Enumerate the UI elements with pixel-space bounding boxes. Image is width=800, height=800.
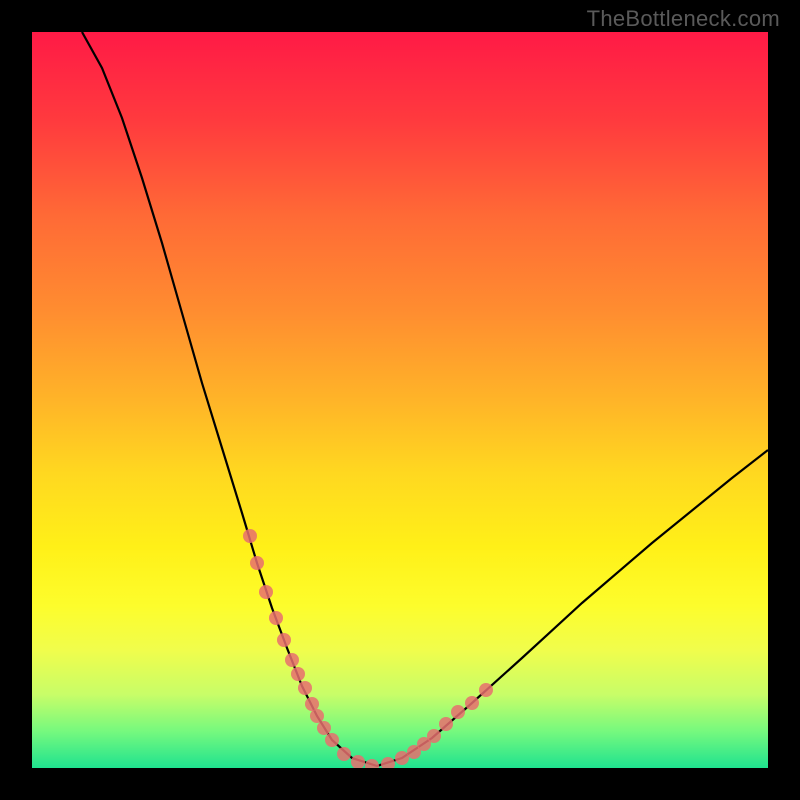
plot-area (32, 32, 768, 768)
marker-dot (269, 611, 283, 625)
marker-dot (381, 757, 395, 768)
curve-group (82, 32, 768, 766)
marker-dot (451, 705, 465, 719)
marker-dot (317, 721, 331, 735)
marker-dot (310, 709, 324, 723)
marker-dot (285, 653, 299, 667)
marker-dot (259, 585, 273, 599)
marker-group (243, 529, 493, 768)
marker-dot (365, 759, 379, 768)
marker-dot (243, 529, 257, 543)
marker-dot (250, 556, 264, 570)
chart-svg (32, 32, 768, 768)
marker-dot (291, 667, 305, 681)
marker-dot (305, 697, 319, 711)
marker-dot (337, 747, 351, 761)
marker-dot (277, 633, 291, 647)
marker-dot (325, 733, 339, 747)
bottleneck-curve (82, 32, 768, 766)
chart-frame: TheBottleneck.com (0, 0, 800, 800)
marker-dot (439, 717, 453, 731)
marker-dot (465, 696, 479, 710)
watermark-text: TheBottleneck.com (587, 6, 780, 32)
marker-dot (479, 683, 493, 697)
marker-dot (298, 681, 312, 695)
marker-dot (351, 755, 365, 768)
marker-dot (427, 729, 441, 743)
marker-dot (395, 751, 409, 765)
